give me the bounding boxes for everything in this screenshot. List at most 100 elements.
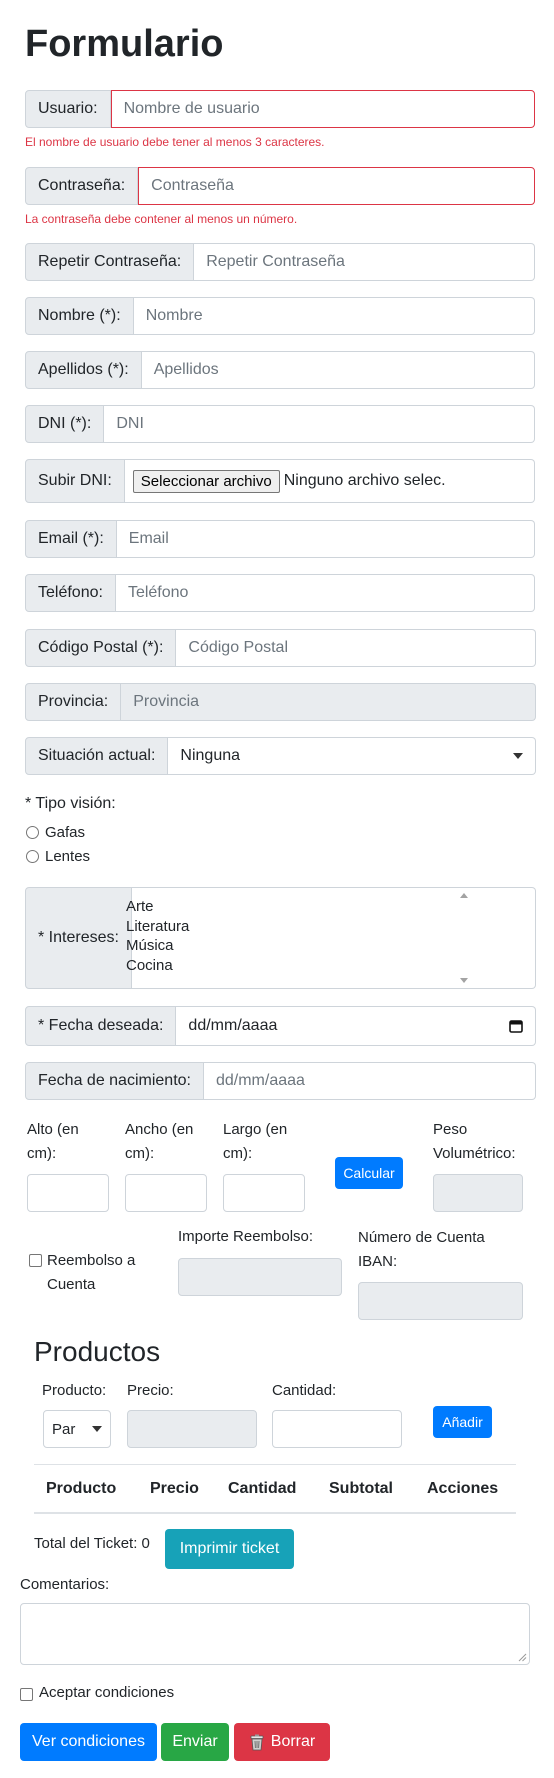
radio-circle-icon[interactable]: [26, 826, 39, 839]
situacion-group: Situación actual: Ninguna: [25, 737, 536, 775]
largo-input[interactable]: [223, 1174, 305, 1212]
checkbox-icon[interactable]: [20, 1688, 33, 1701]
ancho-input[interactable]: [125, 1174, 207, 1212]
email-group: Email (*): Email: [25, 520, 535, 558]
peso-label-line2: Volumétrico:: [433, 1145, 516, 1162]
largo-label-line2: cm):: [223, 1145, 253, 1162]
alto-label: Alto (en cm):: [27, 1118, 79, 1166]
peso-input: [433, 1174, 523, 1212]
email-label: Email (*):: [25, 520, 117, 558]
radio-gafas[interactable]: Gafas: [26, 824, 85, 841]
scroll-up-icon[interactable]: [460, 893, 468, 898]
alto-input[interactable]: [27, 1174, 109, 1212]
ancho-label-line1: Ancho (en: [125, 1121, 194, 1138]
repetir-input[interactable]: Repetir Contraseña: [194, 243, 535, 281]
importe-label: Importe Reembolso:: [178, 1228, 314, 1245]
checkbox-icon[interactable]: [29, 1254, 42, 1267]
iban-input: [358, 1282, 523, 1320]
producto-select[interactable]: Par: [43, 1410, 111, 1448]
fecha-nacimiento-input[interactable]: dd/mm/aaaa: [203, 1062, 536, 1100]
intereses-multiselect[interactable]: [131, 887, 536, 989]
trash-icon: [250, 1734, 264, 1750]
situacion-select[interactable]: Ninguna: [168, 737, 536, 775]
nombre-label: Nombre (*):: [25, 297, 134, 335]
col-producto: Producto: [46, 1480, 117, 1497]
apellidos-input[interactable]: Apellidos: [141, 351, 535, 389]
cantidad-label: Cantidad:: [272, 1382, 337, 1399]
radio-lentes[interactable]: Lentes: [26, 848, 90, 865]
radio-lentes-label: Lentes: [45, 848, 91, 865]
dni-label: DNI (*):: [25, 405, 105, 443]
col-cantidad: Cantidad: [228, 1480, 297, 1497]
email-input[interactable]: Email: [116, 520, 535, 558]
radio-gafas-label: Gafas: [45, 824, 86, 841]
select-file-button[interactable]: Seleccionar archivo: [132, 469, 280, 493]
fecha-deseada-input[interactable]: dd/mm/aaaa: [176, 1006, 536, 1046]
importe-input: [178, 1258, 342, 1296]
alto-label-line1: Alto (en: [27, 1121, 79, 1138]
peso-label-line1: Peso: [433, 1121, 468, 1138]
table-top-border: [34, 1464, 516, 1465]
contrasena-input[interactable]: Contraseña: [138, 167, 535, 205]
option-literatura[interactable]: Literatura: [126, 917, 189, 937]
ancho-label-line2: cm):: [125, 1145, 155, 1162]
ancho-label: Ancho (en cm):: [125, 1118, 193, 1166]
usuario-input[interactable]: Nombre de usuario: [110, 90, 535, 128]
cantidad-input[interactable]: [272, 1410, 402, 1448]
option-cocina[interactable]: Cocina: [126, 956, 189, 976]
radio-circle-icon[interactable]: [26, 850, 39, 863]
table-header-border: [34, 1512, 516, 1514]
enviar-button[interactable]: Enviar: [161, 1723, 229, 1761]
page-title: Formulario: [25, 23, 224, 65]
comentarios-textarea[interactable]: [20, 1603, 530, 1665]
resize-handle-icon[interactable]: [518, 1653, 527, 1662]
iban-label-line2: IBAN:: [358, 1253, 398, 1270]
alto-label-line2: cm):: [27, 1145, 57, 1162]
iban-label-line1: Número de Cuenta: [358, 1229, 485, 1246]
productos-title: Productos: [34, 1336, 161, 1367]
option-arte[interactable]: Arte: [126, 897, 189, 917]
usuario-group: Usuario: Nombre de usuario: [25, 90, 535, 128]
option-musica[interactable]: Música: [126, 936, 189, 956]
intereses-scrollbar[interactable]: [456, 889, 472, 987]
scroll-down-icon[interactable]: [460, 978, 468, 983]
calcular-button[interactable]: Calcular: [335, 1157, 403, 1189]
subir-dni-label: Subir DNI:: [25, 459, 125, 503]
aceptar-checkbox[interactable]: [20, 1688, 33, 1706]
telefono-group: Teléfono: Teléfono: [25, 574, 535, 612]
file-status: Ninguno archivo selec.: [283, 472, 446, 489]
precio-input: [127, 1410, 257, 1448]
reembolso-checkbox[interactable]: [29, 1254, 42, 1272]
ver-condiciones-button[interactable]: Ver condiciones: [20, 1723, 157, 1761]
dni-input[interactable]: DNI: [104, 405, 535, 443]
fecha-deseada-label: * Fecha deseada:: [25, 1006, 177, 1046]
fecha-deseada-placeholder: dd/mm/aaaa: [188, 1017, 278, 1034]
intereses-options: Arte Literatura Música Cocina: [126, 897, 189, 975]
telefono-input[interactable]: Teléfono: [115, 574, 535, 612]
chevron-down-icon: [92, 1426, 102, 1432]
calendar-icon[interactable]: [509, 1019, 523, 1033]
nombre-group: Nombre (*): Nombre: [25, 297, 535, 335]
provincia-label: Provincia:: [25, 683, 122, 721]
anadir-button[interactable]: Añadir: [433, 1406, 492, 1438]
reembolso-label-line2: Cuenta: [47, 1276, 96, 1293]
codigo-postal-group: Código Postal (*): Código Postal: [25, 629, 536, 667]
repetir-label: Repetir Contraseña:: [25, 243, 195, 281]
usuario-label: Usuario:: [25, 90, 111, 128]
producto-label: Producto:: [42, 1382, 107, 1399]
nombre-input[interactable]: Nombre: [133, 297, 535, 335]
imprimir-button[interactable]: Imprimir ticket: [165, 1529, 294, 1569]
largo-label: Largo (en cm):: [223, 1118, 287, 1166]
situacion-value: Ninguna: [180, 747, 241, 764]
apellidos-group: Apellidos (*): Apellidos: [25, 351, 535, 389]
apellidos-label: Apellidos (*):: [25, 351, 142, 389]
fecha-nacimiento-group: Fecha de nacimiento: dd/mm/aaaa: [25, 1062, 536, 1100]
fecha-nacimiento-label: Fecha de nacimiento:: [25, 1062, 204, 1100]
provincia-group: Provincia: Provincia: [25, 683, 536, 721]
codigo-postal-input[interactable]: Código Postal: [176, 629, 536, 667]
borrar-button[interactable]: Borrar: [234, 1723, 330, 1761]
file-input[interactable]: Seleccionar archivo Ninguno archivo sele…: [124, 459, 535, 503]
situacion-label: Situación actual:: [25, 737, 169, 775]
repetir-group: Repetir Contraseña: Repetir Contraseña: [25, 243, 535, 281]
tipo-vision-label: * Tipo visión:: [25, 795, 116, 812]
